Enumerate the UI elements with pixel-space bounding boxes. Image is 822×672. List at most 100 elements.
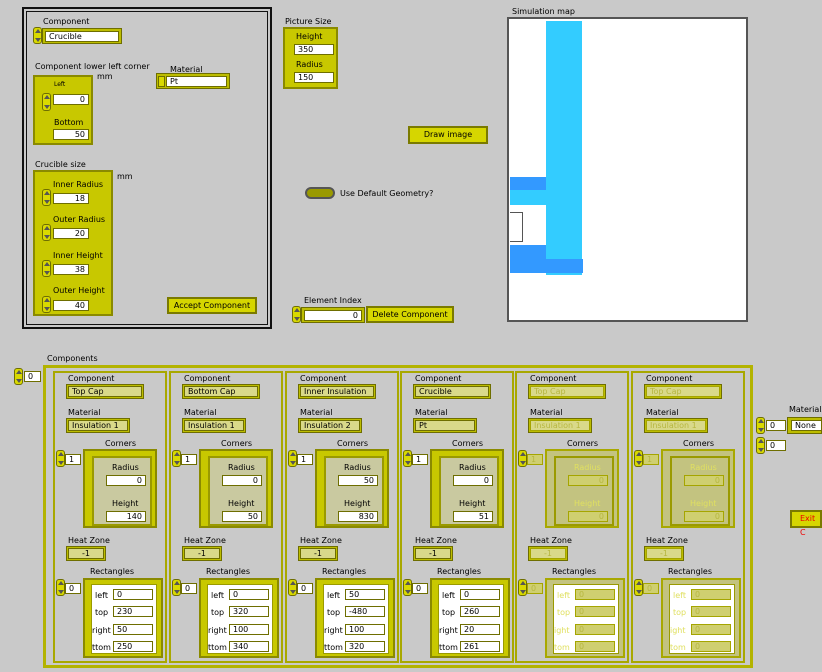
col-height-field[interactable]: 0 bbox=[684, 511, 724, 522]
inner-radius-spinner[interactable] bbox=[42, 189, 51, 206]
materials-index1-field[interactable]: 0 bbox=[766, 420, 786, 431]
col-rect-spinner[interactable] bbox=[56, 579, 65, 596]
col-material-field[interactable]: Insulation 1 bbox=[184, 420, 244, 431]
col-right-field[interactable]: 0 bbox=[575, 624, 615, 635]
draw-image-button[interactable]: Draw image bbox=[408, 126, 488, 144]
col-heat-zone-field[interactable]: -1 bbox=[530, 548, 566, 559]
col-heat-zone-field[interactable]: -1 bbox=[300, 548, 336, 559]
col-material-field[interactable]: Insulation 1 bbox=[530, 420, 590, 431]
materials-spinner-2[interactable] bbox=[756, 437, 765, 454]
col-height-field[interactable]: 0 bbox=[568, 511, 608, 522]
materials-index2-field[interactable]: 0 bbox=[766, 440, 786, 451]
col-right-field[interactable]: 50 bbox=[113, 624, 153, 635]
components-spinner[interactable] bbox=[14, 368, 23, 385]
inner-radius-field[interactable]: 18 bbox=[53, 193, 89, 204]
col-rect-spinner[interactable] bbox=[288, 579, 297, 596]
col-component-field[interactable]: Top Cap bbox=[530, 386, 604, 397]
col-corners-spinner[interactable] bbox=[288, 450, 297, 467]
col-rect-index-field[interactable]: 0 bbox=[297, 583, 313, 594]
col-height-field[interactable]: 140 bbox=[106, 511, 146, 522]
inner-height-field[interactable]: 38 bbox=[53, 264, 89, 275]
col-rect-index-field[interactable]: 0 bbox=[643, 583, 659, 594]
corner-spinner[interactable] bbox=[42, 93, 51, 111]
col-radius-field[interactable]: 0 bbox=[453, 475, 493, 486]
left-field[interactable]: 0 bbox=[53, 94, 89, 105]
picture-height-field[interactable]: 350 bbox=[294, 44, 334, 55]
col-rect-spinner[interactable] bbox=[403, 579, 412, 596]
picture-radius-field[interactable]: 150 bbox=[294, 72, 334, 83]
col-bottom-field[interactable]: 0 bbox=[691, 641, 731, 652]
outer-radius-spinner[interactable] bbox=[42, 224, 51, 241]
col-top-field[interactable]: 0 bbox=[691, 606, 731, 617]
col-right-field[interactable]: 0 bbox=[691, 624, 731, 635]
col-rect-index-field[interactable]: 0 bbox=[527, 583, 543, 594]
col-left-field[interactable]: 0 bbox=[113, 589, 153, 600]
outer-height-field[interactable]: 40 bbox=[53, 300, 89, 311]
delete-component-button[interactable]: Delete Component bbox=[366, 306, 454, 323]
col-corners-index-field[interactable]: 1 bbox=[527, 454, 543, 465]
col-component-field[interactable]: Top Cap bbox=[646, 386, 720, 397]
default-geometry-toggle[interactable] bbox=[305, 187, 335, 199]
col-rect-spinner[interactable] bbox=[518, 579, 527, 596]
col-left-field[interactable]: 0 bbox=[229, 589, 269, 600]
inner-height-spinner[interactable] bbox=[42, 260, 51, 277]
col-component-field[interactable]: Inner Insulation bbox=[300, 386, 374, 397]
col-radius-field[interactable]: 0 bbox=[106, 475, 146, 486]
col-corners-spinner[interactable] bbox=[56, 450, 65, 467]
col-bottom-field[interactable]: 261 bbox=[460, 641, 500, 652]
col-heat-zone-field[interactable]: -1 bbox=[184, 548, 220, 559]
col-top-field[interactable]: -480 bbox=[345, 606, 385, 617]
col-bottom-field[interactable]: 320 bbox=[345, 641, 385, 652]
col-rect-spinner[interactable] bbox=[172, 579, 181, 596]
col-corners-spinner[interactable] bbox=[518, 450, 527, 467]
col-radius-field[interactable]: 0 bbox=[568, 475, 608, 486]
col-bottom-field[interactable]: 340 bbox=[229, 641, 269, 652]
col-left-field[interactable]: 0 bbox=[460, 589, 500, 600]
col-heat-zone-field[interactable]: -1 bbox=[68, 548, 104, 559]
element-index-spinner[interactable] bbox=[292, 306, 301, 323]
col-material-field[interactable]: Insulation 1 bbox=[646, 420, 706, 431]
col-right-field[interactable]: 100 bbox=[229, 624, 269, 635]
col-corners-spinner[interactable] bbox=[403, 450, 412, 467]
col-bottom-field[interactable]: 0 bbox=[575, 641, 615, 652]
col-left-field[interactable]: 0 bbox=[691, 589, 731, 600]
col-corners-spinner[interactable] bbox=[634, 450, 643, 467]
col-left-field[interactable]: 50 bbox=[345, 589, 385, 600]
col-bottom-field[interactable]: 250 bbox=[113, 641, 153, 652]
col-right-field[interactable]: 20 bbox=[460, 624, 500, 635]
col-top-field[interactable]: 260 bbox=[460, 606, 500, 617]
col-rect-index-field[interactable]: 0 bbox=[65, 583, 81, 594]
col-rect-spinner[interactable] bbox=[634, 579, 643, 596]
col-height-field[interactable]: 830 bbox=[338, 511, 378, 522]
col-top-field[interactable]: 230 bbox=[113, 606, 153, 617]
col-corners-index-field[interactable]: 1 bbox=[412, 454, 428, 465]
material-field[interactable]: Pt bbox=[166, 76, 227, 87]
col-height-field[interactable]: 51 bbox=[453, 511, 493, 522]
component-field[interactable]: Crucible bbox=[45, 31, 119, 42]
col-component-field[interactable]: Top Cap bbox=[68, 386, 142, 397]
col-material-field[interactable]: Insulation 1 bbox=[68, 420, 128, 431]
outer-radius-field[interactable]: 20 bbox=[53, 228, 89, 239]
col-heat-zone-field[interactable]: -1 bbox=[415, 548, 451, 559]
outer-height-spinner[interactable] bbox=[42, 296, 51, 313]
col-corners-index-field[interactable]: 1 bbox=[65, 454, 81, 465]
col-rect-index-field[interactable]: 0 bbox=[181, 583, 197, 594]
col-top-field[interactable]: 320 bbox=[229, 606, 269, 617]
components-index-field[interactable]: 0 bbox=[24, 371, 41, 382]
materials-value-field[interactable]: None bbox=[791, 420, 822, 431]
component-spinner[interactable] bbox=[33, 27, 42, 44]
col-corners-index-field[interactable]: 1 bbox=[297, 454, 313, 465]
col-top-field[interactable]: 0 bbox=[575, 606, 615, 617]
col-right-field[interactable]: 100 bbox=[345, 624, 385, 635]
col-corners-index-field[interactable]: 1 bbox=[643, 454, 659, 465]
bottom-field[interactable]: 50 bbox=[53, 129, 89, 140]
accept-component-button[interactable]: Accept Component bbox=[167, 297, 257, 314]
col-material-field[interactable]: Insulation 2 bbox=[300, 420, 360, 431]
col-height-field[interactable]: 50 bbox=[222, 511, 262, 522]
element-index-field[interactable]: 0 bbox=[304, 310, 362, 321]
material-arrow[interactable] bbox=[158, 76, 165, 87]
col-material-field[interactable]: Pt bbox=[415, 420, 475, 431]
col-radius-field[interactable]: 0 bbox=[222, 475, 262, 486]
col-component-field[interactable]: Crucible bbox=[415, 386, 489, 397]
col-corners-spinner[interactable] bbox=[172, 450, 181, 467]
